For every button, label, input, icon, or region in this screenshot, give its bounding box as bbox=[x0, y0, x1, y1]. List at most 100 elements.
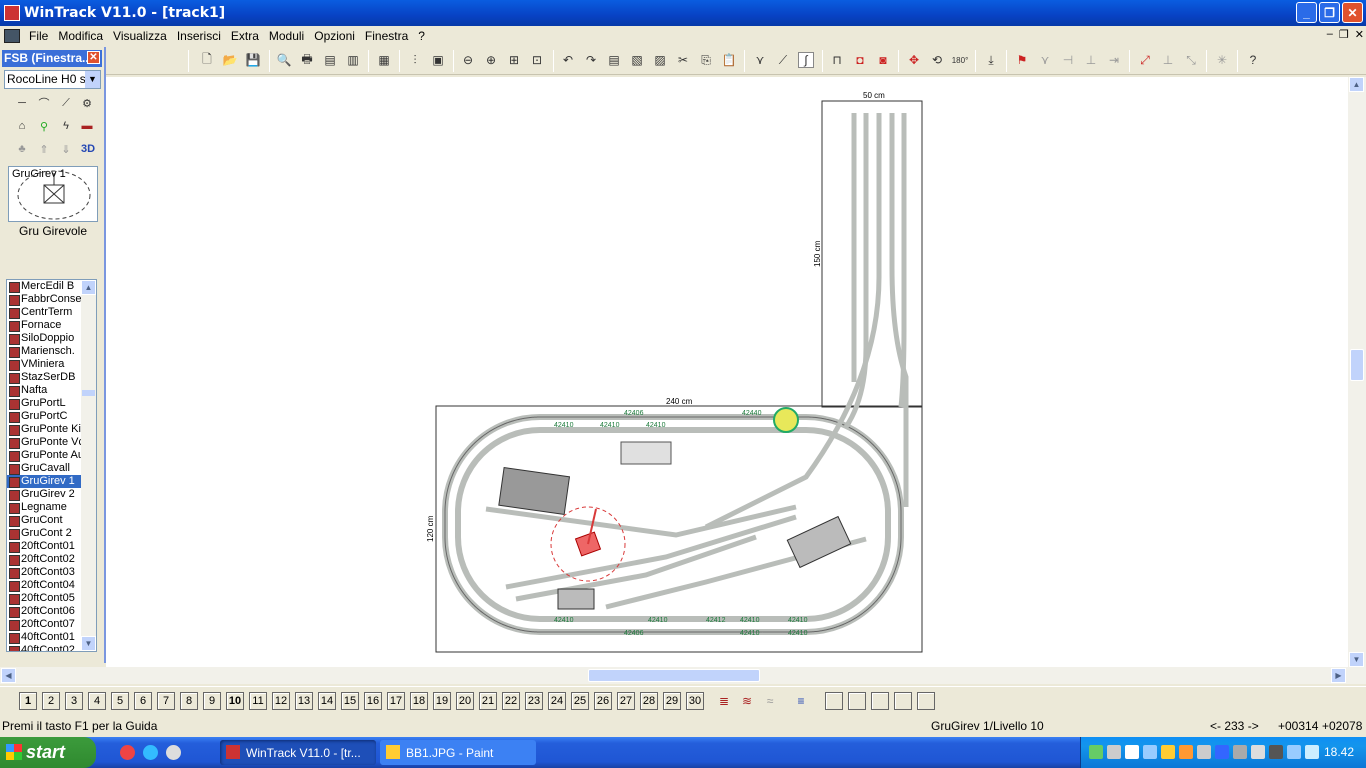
layer-10-button[interactable]: 10 bbox=[226, 692, 244, 710]
zoom-fit-icon[interactable]: ⊡ bbox=[529, 52, 545, 68]
layer-21-button[interactable]: 21 bbox=[479, 692, 497, 710]
layer-group-4-button[interactable] bbox=[894, 692, 912, 710]
flex-track-icon[interactable]: ∫ bbox=[798, 52, 814, 68]
grade-icon[interactable]: ⤡ bbox=[1183, 52, 1199, 68]
paste-format-icon[interactable]: ▨ bbox=[652, 52, 668, 68]
zoom-out-icon[interactable]: ⊖ bbox=[460, 52, 476, 68]
layer-8-button[interactable]: 8 bbox=[180, 692, 198, 710]
drawing-canvas[interactable]: 50 cm 150 cm 240 cm 120 cm 42406 42410 4… bbox=[106, 77, 1348, 667]
layers-icon[interactable]: ▦ bbox=[376, 52, 392, 68]
layer-17-button[interactable]: 17 bbox=[387, 692, 405, 710]
media-player-icon[interactable] bbox=[166, 745, 181, 760]
layer-26-button[interactable]: 26 bbox=[594, 692, 612, 710]
level-icon[interactable]: ⊥ bbox=[1160, 52, 1176, 68]
canvas-vertical-scrollbar[interactable]: ▲ ▼ bbox=[1348, 77, 1366, 667]
ungroup-icon[interactable]: ◙ bbox=[875, 52, 891, 68]
save-icon[interactable]: 💾 bbox=[245, 52, 261, 68]
turntable-icon[interactable]: ⚙ bbox=[78, 95, 96, 111]
scroll-right-icon[interactable]: ▶ bbox=[1331, 668, 1346, 683]
wintrack-app-icon[interactable] bbox=[4, 5, 20, 21]
vertical-scroll-thumb[interactable] bbox=[1350, 349, 1364, 381]
library-select[interactable]: RocoLine H0 se ▼ bbox=[4, 70, 101, 89]
switch-tool-icon[interactable]: ⋎ bbox=[752, 52, 768, 68]
element-list[interactable]: MercEdil B FabbrConser CentrTerm Fornace Sil… bbox=[6, 279, 97, 652]
horizontal-scroll-thumb[interactable] bbox=[588, 669, 760, 682]
layer-14-button[interactable]: 14 bbox=[318, 692, 336, 710]
rolling-stock-icon[interactable]: ▬ bbox=[78, 118, 96, 134]
scroll-down-icon[interactable]: ▼ bbox=[1349, 652, 1364, 667]
layer-3-button[interactable]: 3 bbox=[65, 692, 83, 710]
chevron-down-icon[interactable]: ▼ bbox=[85, 71, 100, 88]
tree-icon[interactable]: ♣ bbox=[13, 141, 31, 157]
restore-button[interactable]: ❐ bbox=[1319, 2, 1340, 23]
layer-24-button[interactable]: 24 bbox=[548, 692, 566, 710]
rotate-icon[interactable]: ⟲ bbox=[929, 52, 945, 68]
layer-16-button[interactable]: 16 bbox=[364, 692, 382, 710]
task-paint[interactable]: BB1.JPG - Paint bbox=[380, 740, 536, 765]
layer-13-button[interactable]: 13 bbox=[295, 692, 313, 710]
signal-icon[interactable]: ⚲ bbox=[35, 118, 53, 134]
layer-group-2-button[interactable] bbox=[848, 692, 866, 710]
measure-icon[interactable]: ⚑ bbox=[1014, 52, 1030, 68]
layer-lock-icon[interactable]: ≋ bbox=[739, 693, 755, 709]
layer-29-button[interactable]: 29 bbox=[663, 692, 681, 710]
layer-12-button[interactable]: 12 bbox=[272, 692, 290, 710]
canvas-horizontal-scrollbar[interactable]: ◀ ▶ bbox=[0, 667, 1366, 684]
layer-27-button[interactable]: 27 bbox=[617, 692, 635, 710]
paste-icon[interactable]: 📋 bbox=[721, 52, 737, 68]
close-button[interactable]: ✕ bbox=[1342, 2, 1363, 23]
ie-icon[interactable] bbox=[143, 745, 158, 760]
start-button[interactable]: start bbox=[0, 737, 96, 768]
join-icon[interactable]: ⊣ bbox=[1060, 52, 1076, 68]
catenary-icon[interactable]: ϟ bbox=[57, 118, 75, 134]
mdi-minimize-button[interactable]: – bbox=[1327, 28, 1333, 41]
open-folder-icon[interactable]: 📂 bbox=[222, 52, 238, 68]
straight-track-icon[interactable]: ─ bbox=[13, 95, 31, 111]
print-preview-icon[interactable]: 🔍 bbox=[276, 52, 292, 68]
layer-manager-icon[interactable]: ≡ bbox=[793, 693, 809, 709]
layer-15-button[interactable]: 15 bbox=[341, 692, 359, 710]
menu-extra[interactable]: Extra bbox=[226, 29, 264, 43]
menu-visualizza[interactable]: Visualizza bbox=[108, 29, 172, 43]
undo-icon[interactable]: ↶ bbox=[560, 52, 576, 68]
tray-bluetooth-icon[interactable] bbox=[1215, 745, 1229, 759]
print-setup-icon[interactable]: ▤ bbox=[322, 52, 338, 68]
scroll-down-icon[interactable]: ▼ bbox=[81, 636, 96, 651]
tray-icon-9[interactable] bbox=[1233, 745, 1247, 759]
settings-sliders-icon[interactable]: ⫶ bbox=[407, 52, 423, 68]
3d-view-icon[interactable]: 3D bbox=[77, 141, 99, 157]
mdi-close-button[interactable]: ✕ bbox=[1355, 28, 1364, 41]
chrome-icon[interactable] bbox=[120, 745, 135, 760]
layer-group-1-button[interactable] bbox=[825, 692, 843, 710]
print-icon[interactable]: 🖶 bbox=[299, 52, 315, 68]
properties-icon[interactable]: ▤ bbox=[606, 52, 622, 68]
document-icon[interactable] bbox=[4, 28, 20, 43]
layer-28-button[interactable]: 28 bbox=[640, 692, 658, 710]
scroll-left-icon[interactable]: ◀ bbox=[1, 668, 16, 683]
list-scroll-thumb[interactable] bbox=[82, 390, 95, 396]
scroll-up-icon[interactable]: ▲ bbox=[1349, 77, 1364, 92]
copy-format-icon[interactable]: ▧ bbox=[629, 52, 645, 68]
copy-icon[interactable]: ⎘ bbox=[698, 52, 714, 68]
layer-9-button[interactable]: 9 bbox=[203, 692, 221, 710]
new-file-icon[interactable]: 🗋 bbox=[199, 52, 215, 68]
layer-23-button[interactable]: 23 bbox=[525, 692, 543, 710]
layer-visibility-icon[interactable]: ≣ bbox=[716, 693, 732, 709]
zoom-window-icon[interactable]: ⊞ bbox=[506, 52, 522, 68]
slope-icon[interactable]: ⤢ bbox=[1137, 52, 1153, 68]
curve-tool-icon[interactable]: ⟋ bbox=[775, 52, 791, 68]
layer-7-button[interactable]: 7 bbox=[157, 692, 175, 710]
layer-6-button[interactable]: 6 bbox=[134, 692, 152, 710]
layer-19-button[interactable]: 19 bbox=[433, 692, 451, 710]
layer-2-button[interactable]: 2 bbox=[42, 692, 60, 710]
parts-list-icon[interactable]: ▥ bbox=[345, 52, 361, 68]
split-icon[interactable]: ⋎ bbox=[1037, 52, 1053, 68]
lower-icon[interactable]: ⇓ bbox=[57, 141, 75, 157]
tray-icon-7[interactable] bbox=[1197, 745, 1211, 759]
menu-modifica[interactable]: Modifica bbox=[53, 29, 108, 43]
layer-25-button[interactable]: 25 bbox=[571, 692, 589, 710]
fsb-close-button[interactable]: ✕ bbox=[87, 51, 100, 64]
menu-help[interactable]: ? bbox=[413, 29, 430, 43]
connect-icon[interactable]: ⊓ bbox=[829, 52, 845, 68]
raise-icon[interactable]: ⇑ bbox=[35, 141, 53, 157]
